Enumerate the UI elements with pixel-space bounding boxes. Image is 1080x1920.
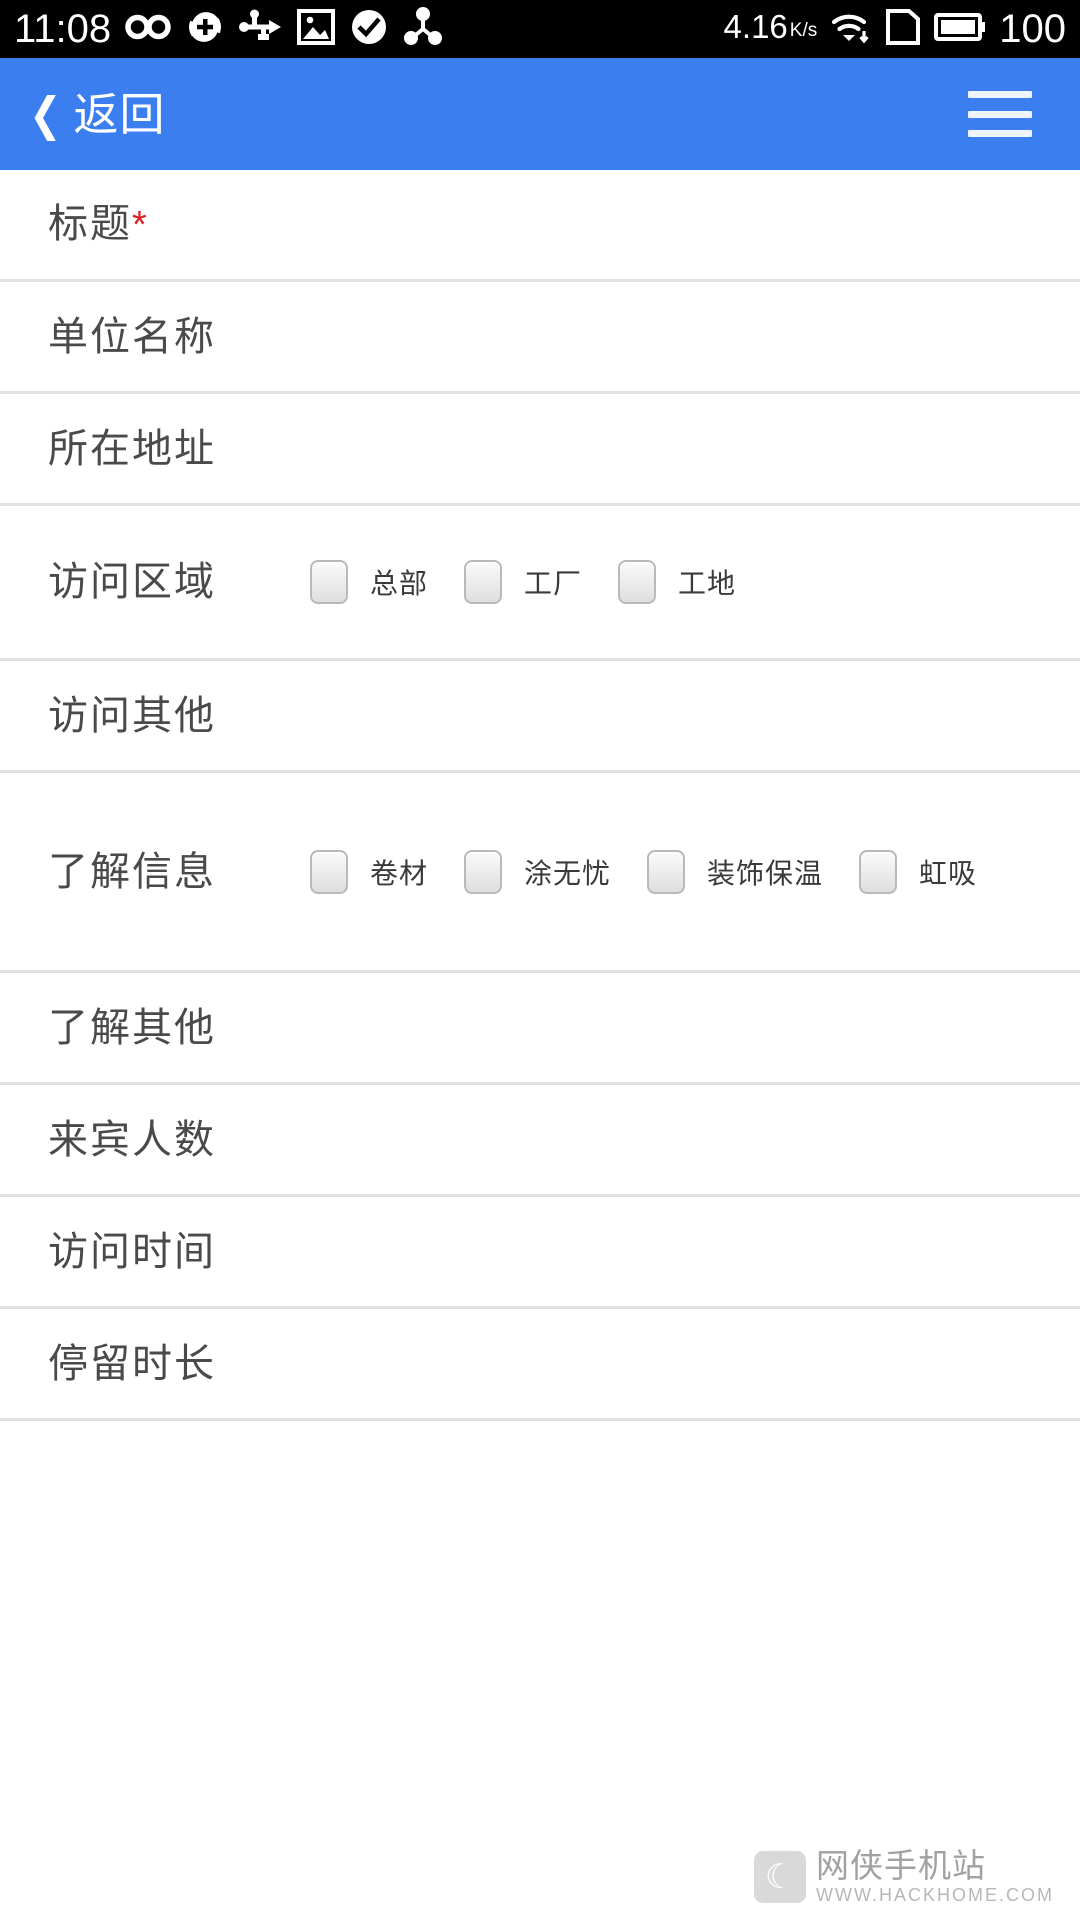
checkbox-label: 涂无忧 — [524, 857, 612, 889]
form-row-address[interactable]: 所在地址 — [0, 394, 1080, 506]
watermark-logo-icon: ☾ — [754, 1851, 807, 1903]
sync-add-icon — [185, 7, 225, 52]
checkbox-option[interactable]: 总部 — [310, 560, 464, 604]
form-row-stay-duration[interactable]: 停留时长 — [0, 1309, 1080, 1421]
checkbox-label: 工厂 — [524, 568, 583, 599]
network-speed-indicator: 4.16 K/s — [724, 10, 818, 49]
infinity-icon — [125, 10, 171, 49]
checkbox-option[interactable]: 虹吸 — [859, 849, 1013, 894]
checkbox-icon[interactable] — [647, 849, 686, 894]
status-bar: 11:08 4.16 K/s 100 — [0, 0, 1080, 58]
check-circle-icon — [349, 7, 389, 52]
form-row-visit-time[interactable]: 访问时间 — [0, 1197, 1080, 1309]
status-bar-clock: 11:08 — [14, 7, 112, 51]
form-label: 了解信息 — [48, 849, 216, 894]
info-interest-checkbox-group: 卷材 涂无忧 装饰保温 虹吸 — [310, 849, 1080, 894]
back-button-label: 返回 — [73, 88, 166, 140]
checkbox-icon[interactable] — [859, 849, 898, 894]
watermark: ☾ 网侠手机站 WWW.HACKHOME.COM — [754, 1848, 1054, 1906]
watermark-site-url: WWW.HACKHOME.COM — [816, 1885, 1054, 1905]
sim-card-icon — [885, 8, 921, 51]
back-button[interactable]: ❮ 返回 — [26, 88, 166, 140]
form-row-info-interest: 了解信息 卷材 涂无忧 装饰保温 虹吸 — [0, 773, 1080, 973]
form-row-guest-count[interactable]: 来宾人数 — [0, 1085, 1080, 1197]
battery-icon — [934, 11, 986, 48]
form-row-visit-other[interactable]: 访问其他 — [0, 661, 1080, 773]
image-icon — [297, 8, 336, 51]
form-row-title[interactable]: 标题* — [0, 170, 1080, 282]
app-bar: ❮ 返回 — [0, 58, 1080, 170]
checkbox-icon[interactable] — [464, 560, 503, 604]
checkbox-label: 总部 — [370, 568, 429, 599]
form-row-visit-area: 访问区域 总部 工厂 工地 — [0, 506, 1080, 661]
checkbox-icon[interactable] — [310, 849, 348, 894]
status-bar-right: 4.16 K/s 100 — [724, 8, 1066, 51]
required-asterisk: * — [132, 204, 149, 246]
checkbox-option[interactable]: 装饰保温 — [647, 849, 859, 894]
chevron-left-icon: ❮ — [28, 88, 63, 140]
checkbox-icon[interactable] — [310, 560, 348, 604]
status-bar-left: 11:08 — [14, 6, 443, 52]
checkbox-label: 卷材 — [370, 857, 429, 889]
form-label: 访问其他 — [48, 693, 216, 738]
network-speed-unit: K/s — [789, 19, 818, 41]
checkbox-option[interactable]: 工厂 — [464, 560, 618, 604]
form-label: 来宾人数 — [48, 1117, 216, 1162]
visit-area-checkbox-group: 总部 工厂 工地 — [310, 560, 1080, 604]
checkbox-option[interactable]: 涂无忧 — [464, 849, 647, 894]
checkbox-icon[interactable] — [464, 849, 503, 894]
checkbox-option[interactable]: 工地 — [618, 560, 736, 604]
form-row-unit-name[interactable]: 单位名称 — [0, 282, 1080, 394]
usb-icon — [239, 9, 283, 50]
checkbox-icon[interactable] — [618, 560, 657, 604]
form-label: 了解其他 — [48, 1005, 216, 1050]
checkbox-label: 工地 — [678, 568, 737, 599]
form-label: 停留时长 — [48, 1341, 216, 1386]
battery-percent-label: 100 — [999, 7, 1066, 51]
checkbox-label: 装饰保温 — [707, 857, 824, 889]
network-speed-value: 4.16 — [723, 7, 788, 45]
checkbox-label: 虹吸 — [919, 857, 978, 889]
share-nodes-icon — [403, 6, 443, 52]
visitor-form: 标题* 单位名称 所在地址 访问区域 总部 工厂 工地 访问其他 了解信息 卷材… — [0, 170, 1080, 1421]
watermark-site-name: 网侠手机站 — [816, 1847, 987, 1884]
phone-screen: 11:08 4.16 K/s 100 ❮ 返回 标题* 单位名称 所在地址 访问… — [0, 0, 1080, 1920]
form-label: 访问区域 — [48, 560, 216, 604]
form-label: 单位名称 — [48, 314, 216, 359]
form-label: 所在地址 — [48, 426, 216, 471]
checkbox-option[interactable]: 卷材 — [310, 849, 464, 894]
watermark-text: 网侠手机站 WWW.HACKHOME.COM — [816, 1848, 1054, 1906]
form-label: 访问时间 — [48, 1229, 216, 1274]
hamburger-menu-icon[interactable] — [968, 91, 1032, 137]
form-row-learn-other[interactable]: 了解其他 — [0, 973, 1080, 1085]
form-label: 标题* — [48, 202, 149, 246]
wifi-download-icon — [830, 9, 872, 50]
